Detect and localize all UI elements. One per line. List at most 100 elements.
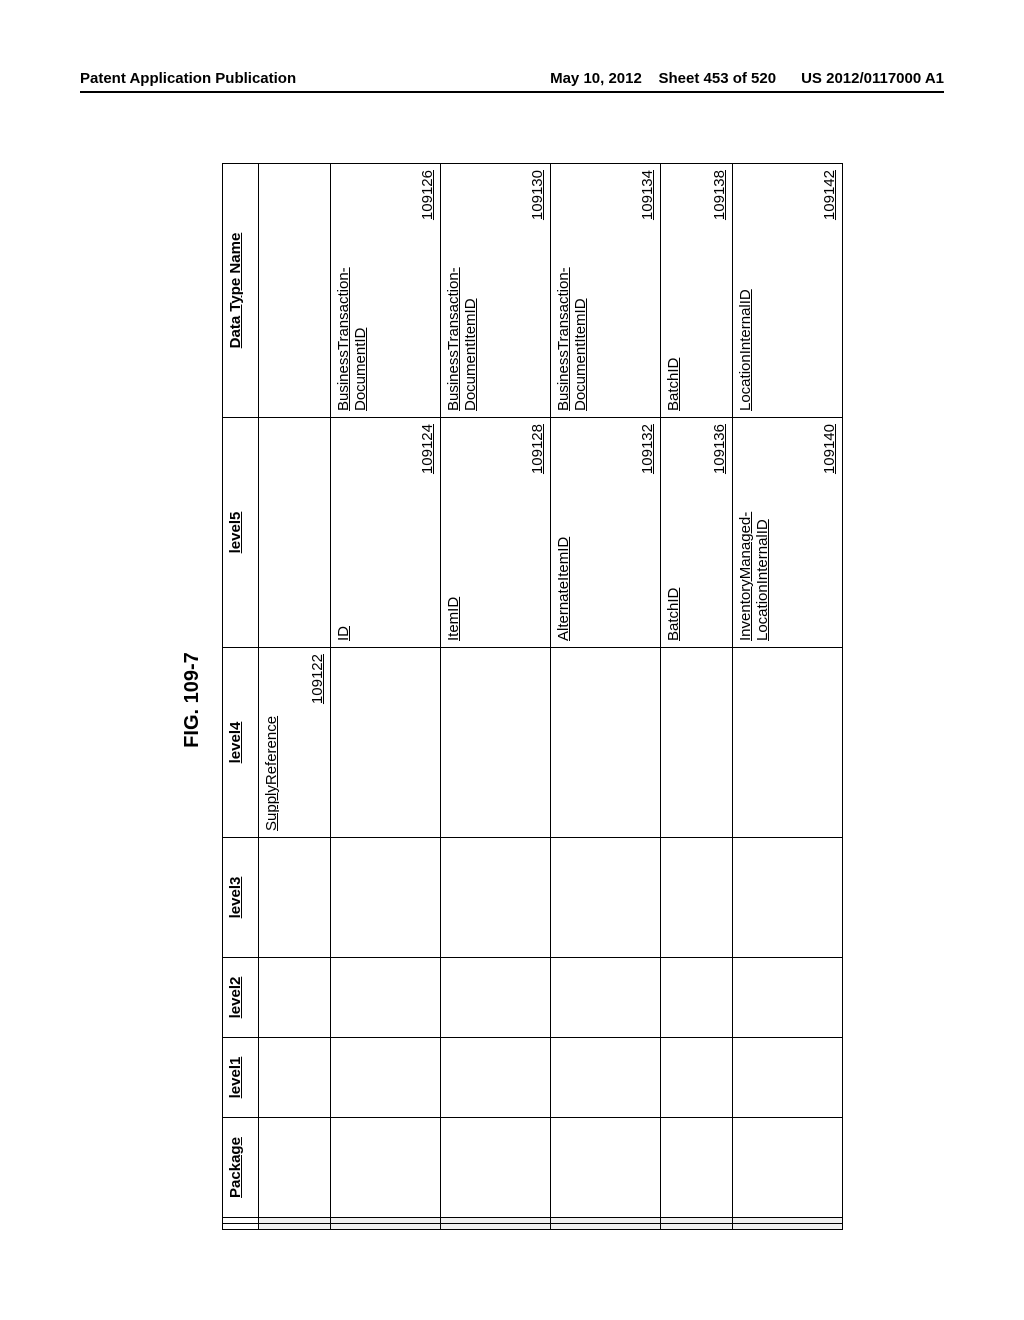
cell-level2 xyxy=(259,958,331,1038)
cell-data-type-name: BusinessTransaction- DocumentID 109126 xyxy=(331,164,441,418)
figure-caption: FIG. 109-7 xyxy=(181,170,204,1230)
cell-level5-ref: 109136 xyxy=(711,424,728,474)
cell-level3 xyxy=(441,838,551,958)
cell-mini-2 xyxy=(259,1218,331,1224)
cell-level3 xyxy=(661,838,733,958)
cell-level1 xyxy=(331,1038,441,1118)
header-pubno: US 2012/0117000 A1 xyxy=(801,70,944,87)
cell-level5-ref: 109140 xyxy=(821,424,838,474)
cell-level4 xyxy=(551,648,661,838)
table-row: InventoryManaged- LocationInternalID 1091… xyxy=(733,164,843,1230)
cell-level3 xyxy=(551,838,661,958)
cell-mini-2 xyxy=(661,1218,733,1224)
cell-level5: AlternateItemID 109132 xyxy=(551,418,661,648)
cell-level5-ref: 109132 xyxy=(639,424,656,474)
cell-data-type-name xyxy=(259,164,331,418)
col-level1: level1 xyxy=(223,1038,259,1118)
cell-package xyxy=(733,1118,843,1218)
cell-level4 xyxy=(441,648,551,838)
cell-mini-2 xyxy=(733,1218,843,1224)
data-table: Package level1 level2 level3 level4 leve… xyxy=(222,163,843,1230)
cell-mini-2 xyxy=(551,1218,661,1224)
cell-mini-1 xyxy=(441,1224,551,1230)
header-sheet: Sheet 453 of 520 xyxy=(659,70,777,87)
cell-mini-1 xyxy=(733,1224,843,1230)
cell-dtn-ref: 109130 xyxy=(529,170,546,220)
cell-level4-label: SupplyReference xyxy=(263,716,280,831)
table-row: ItemID 109128 BusinessTransaction- Documen… xyxy=(441,164,551,1230)
cell-level5: ID 109124 xyxy=(331,418,441,648)
cell-level5-label: BatchID xyxy=(665,588,682,641)
cell-level5: ItemID 109128 xyxy=(441,418,551,648)
cell-level2 xyxy=(551,958,661,1038)
cell-dtn-label: BusinessTransaction- DocumentID xyxy=(335,267,369,411)
cell-dtn-ref: 109142 xyxy=(821,170,838,220)
cell-level3 xyxy=(733,838,843,958)
cell-level4 xyxy=(331,648,441,838)
cell-dtn-label: LocationInternalID xyxy=(737,289,754,411)
table-header-row: Package level1 level2 level3 level4 leve… xyxy=(223,164,259,1230)
cell-mini-1 xyxy=(661,1224,733,1230)
cell-dtn-label: BusinessTransaction- DocumentItemID xyxy=(555,267,589,411)
cell-level5-ref: 109128 xyxy=(529,424,546,474)
col-level4: level4 xyxy=(223,648,259,838)
col-mini-1 xyxy=(223,1224,259,1230)
cell-mini-2 xyxy=(331,1218,441,1224)
cell-level2 xyxy=(331,958,441,1038)
cell-dtn-ref: 109134 xyxy=(639,170,656,220)
col-level5: level5 xyxy=(223,418,259,648)
cell-level5-ref: 109124 xyxy=(419,424,436,474)
cell-data-type-name: LocationInternalID 109142 xyxy=(733,164,843,418)
cell-level4-ref: 109122 xyxy=(309,654,326,704)
cell-level5-label: ID xyxy=(335,626,352,641)
cell-mini-1 xyxy=(331,1224,441,1230)
cell-package xyxy=(551,1118,661,1218)
cell-level1 xyxy=(259,1038,331,1118)
cell-package xyxy=(259,1118,331,1218)
cell-data-type-name: BusinessTransaction- DocumentItemID 10913… xyxy=(551,164,661,418)
cell-level1 xyxy=(733,1038,843,1118)
cell-level1 xyxy=(661,1038,733,1118)
cell-mini-2 xyxy=(441,1218,551,1224)
cell-package xyxy=(661,1118,733,1218)
header-left: Patent Application Publication xyxy=(80,70,296,87)
cell-dtn-ref: 109126 xyxy=(419,170,436,220)
cell-level4: SupplyReference 109122 xyxy=(259,648,331,838)
cell-level4 xyxy=(733,648,843,838)
cell-level1 xyxy=(441,1038,551,1118)
cell-level4 xyxy=(661,648,733,838)
cell-dtn-ref: 109138 xyxy=(711,170,728,220)
page: Patent Application Publication May 10, 2… xyxy=(0,0,1024,1320)
table-row: ID 109124 BusinessTransaction- DocumentID 1… xyxy=(331,164,441,1230)
table-row: BatchID 109136 BatchID 109138 xyxy=(661,164,733,1230)
header-rule xyxy=(80,91,944,93)
cell-mini-1 xyxy=(259,1224,331,1230)
cell-data-type-name: BusinessTransaction- DocumentItemID 10913… xyxy=(441,164,551,418)
col-mini-2 xyxy=(223,1218,259,1224)
cell-level5: InventoryManaged- LocationInternalID 1091… xyxy=(733,418,843,648)
cell-data-type-name: BatchID 109138 xyxy=(661,164,733,418)
table-row: AlternateItemID 109132 BusinessTransaction… xyxy=(551,164,661,1230)
header-date: May 10, 2012 xyxy=(550,70,642,87)
table-body: SupplyReference 109122 ID 109124 BusinessTra… xyxy=(259,164,843,1230)
cell-dtn-label: BatchID xyxy=(665,358,682,411)
figure-rotated-wrap: FIG. 109-7 Package xyxy=(181,170,843,1230)
cell-package xyxy=(331,1118,441,1218)
figure-inner: FIG. 109-7 Package xyxy=(181,170,843,1230)
cell-level3 xyxy=(259,838,331,958)
cell-level5: BatchID 109136 xyxy=(661,418,733,648)
cell-level2 xyxy=(733,958,843,1038)
cell-level3 xyxy=(331,838,441,958)
cell-level5-label: ItemID xyxy=(445,597,462,641)
table-row: SupplyReference 109122 xyxy=(259,164,331,1230)
cell-package xyxy=(441,1118,551,1218)
col-package: Package xyxy=(223,1118,259,1218)
cell-level5-label: AlternateItemID xyxy=(555,537,572,641)
header-right: May 10, 2012 Sheet 453 of 520 US 2012/01… xyxy=(550,70,944,87)
cell-mini-1 xyxy=(551,1224,661,1230)
cell-level2 xyxy=(441,958,551,1038)
cell-level5 xyxy=(259,418,331,648)
cell-dtn-label: BusinessTransaction- DocumentItemID xyxy=(445,267,479,411)
cell-level2 xyxy=(661,958,733,1038)
cell-level5-label: InventoryManaged- LocationInternalID xyxy=(737,512,771,641)
